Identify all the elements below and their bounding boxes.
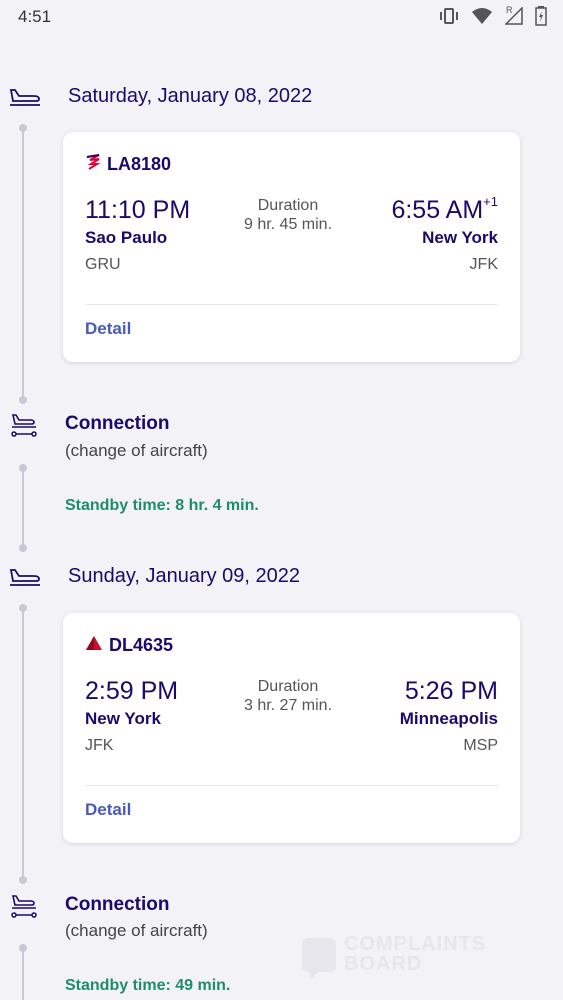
arrival-code: JFK: [469, 256, 498, 273]
detail-link[interactable]: Detail: [85, 800, 131, 820]
vibrate-icon: [439, 7, 459, 30]
duration-value: 3 hr. 27 min.: [243, 697, 333, 714]
departure-code: GRU: [85, 256, 121, 273]
flight-number-text: DL4635: [109, 635, 174, 655]
watermark-text: COMPLAINTS BOARD: [344, 934, 486, 974]
connection-icon: [10, 893, 38, 921]
duration-value: 9 hr. 45 min.: [243, 216, 333, 233]
arrival-city: Minneapolis: [399, 709, 498, 728]
delta-logo-icon: [85, 635, 103, 656]
arrival-city: New York: [422, 228, 498, 247]
divider: [85, 304, 498, 305]
flight-number-text: LA8180: [107, 154, 172, 174]
flight-number: LA8180: [85, 154, 171, 175]
detail-link[interactable]: Detail: [85, 319, 131, 339]
arrival-time: 5:26 PM: [405, 677, 498, 706]
timeline-line: [22, 468, 24, 548]
connection-icon: [10, 412, 38, 440]
signal-icon: R: [504, 5, 523, 30]
battery-icon: [535, 6, 547, 31]
roaming-indicator: R: [506, 5, 513, 15]
standby-time: Standby time: 8 hr. 4 min.: [65, 497, 259, 514]
status-bar: 4:51 R: [0, 0, 563, 34]
departure-time: 2:59 PM: [85, 677, 179, 705]
watermark: COMPLAINTS BOARD: [300, 934, 520, 984]
plane-departure-icon: [8, 86, 42, 108]
standby-time: Standby time: 49 min.: [65, 977, 231, 994]
plane-departure-icon: [8, 566, 42, 588]
timeline-dot: [19, 124, 27, 132]
departure-city: Sao Paulo: [85, 228, 168, 247]
watermark-line1: COMPLAINTS: [344, 933, 487, 955]
watermark-line2: BOARD: [344, 953, 423, 975]
wifi-icon: [471, 7, 493, 30]
duration-label: Duration: [257, 678, 319, 695]
departure-code: JFK: [85, 737, 114, 754]
flight-card[interactable]: LA8180 11:10 PM Sao Paulo GRU Duration 9…: [63, 132, 520, 362]
timeline-dot: [19, 544, 27, 552]
connection-subtitle: (change of aircraft): [65, 921, 208, 940]
connection-title: Connection: [65, 894, 170, 915]
divider: [85, 785, 498, 786]
timeline-line: [22, 128, 24, 400]
timeline-line: [22, 948, 24, 1000]
latam-logo-icon: [85, 154, 101, 175]
timeline-line: [22, 608, 24, 880]
segment-date: Saturday, January 08, 2022: [68, 85, 313, 107]
status-time: 4:51: [18, 7, 52, 26]
timeline-dot: [19, 396, 27, 404]
day-offset: +1: [483, 194, 498, 209]
connection-title: Connection: [65, 413, 170, 434]
status-icons: R: [439, 5, 547, 31]
arrival-time-text: 5:26 PM: [404, 677, 498, 705]
timeline-dot: [19, 876, 27, 884]
arrival-code: MSP: [463, 737, 498, 754]
flight-card[interactable]: DL4635 2:59 PM New York JFK Duration 3 h…: [63, 613, 520, 843]
duration: Duration 9 hr. 45 min.: [213, 196, 363, 234]
arrival-time: 6:55 AM+1: [391, 194, 498, 225]
duration-label: Duration: [257, 197, 319, 214]
arrival-time-text: 6:55 AM: [391, 196, 484, 224]
flight-number: DL4635: [85, 635, 173, 656]
segment-date: Sunday, January 09, 2022: [68, 565, 301, 587]
departure-time: 11:10 PM: [85, 196, 191, 224]
watermark-logo-icon: [302, 938, 336, 980]
duration: Duration 3 hr. 27 min.: [213, 677, 363, 715]
connection-subtitle: (change of aircraft): [65, 441, 208, 460]
departure-city: New York: [85, 709, 161, 728]
